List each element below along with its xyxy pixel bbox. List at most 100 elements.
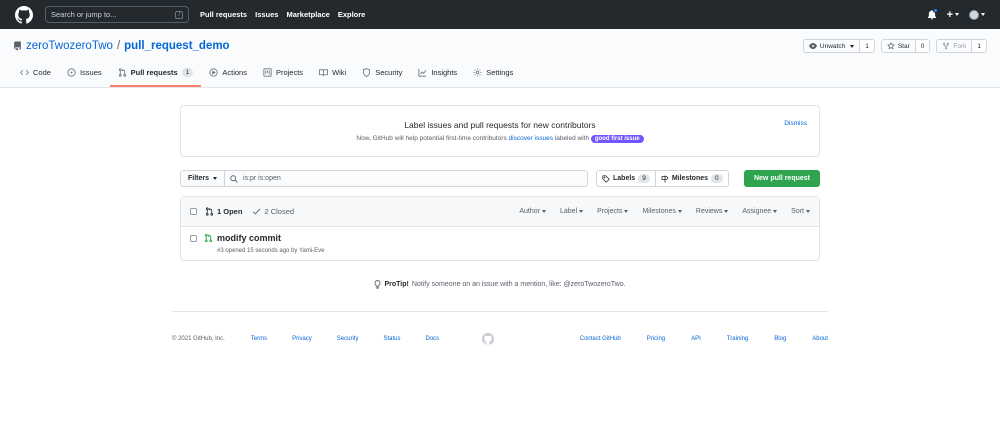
- github-logo-icon[interactable]: [15, 5, 33, 24]
- tab-code[interactable]: Code: [20, 59, 59, 87]
- search-icon: [230, 174, 238, 183]
- banner-title: Label issues and pull requests for new c…: [404, 120, 596, 130]
- reviews-filter[interactable]: Reviews: [696, 208, 729, 215]
- milestone-icon: [661, 175, 669, 182]
- chevron-down-icon: [677, 209, 682, 213]
- good-first-issue-label[interactable]: good first issue: [590, 135, 644, 143]
- chevron-down-icon: [579, 209, 584, 213]
- search-placeholder: Search or jump to...: [51, 10, 117, 19]
- chevron-down-icon: [624, 209, 629, 213]
- labels-label: Labels: [613, 175, 636, 182]
- chevron-down-icon: [806, 209, 810, 213]
- create-new-button[interactable]: +: [947, 9, 959, 21]
- shield-icon: [363, 67, 371, 77]
- open-count: 1 Open: [217, 207, 243, 216]
- nav-pull-requests[interactable]: Pull requests: [200, 10, 247, 19]
- tab-label: Wiki: [332, 67, 347, 77]
- milestones-filter[interactable]: Milestones: [642, 208, 682, 215]
- footer-link-security[interactable]: Security: [337, 336, 359, 342]
- list-item: modify commit #3 opened 15 seconds ago b…: [181, 226, 819, 260]
- chevron-down-icon: [981, 13, 985, 16]
- nav-explore[interactable]: Explore: [338, 10, 366, 19]
- fork-button[interactable]: Fork 1: [936, 39, 987, 53]
- footer-link-pricing[interactable]: Pricing: [647, 336, 665, 342]
- user-menu-button[interactable]: [969, 9, 985, 20]
- labels-button[interactable]: Labels 9: [597, 171, 655, 186]
- play-icon: [209, 67, 218, 77]
- github-mark-icon[interactable]: [482, 333, 495, 345]
- watch-button[interactable]: Unwatch 1: [802, 39, 875, 53]
- code-icon: [20, 69, 29, 75]
- repo-name-link[interactable]: pull_request_demo: [124, 40, 229, 52]
- closed-filter[interactable]: 2 Closed: [252, 207, 294, 216]
- star-label: Star: [897, 42, 910, 50]
- search-input[interactable]: Search or jump to... /: [45, 6, 189, 23]
- lightbulb-icon: [375, 280, 381, 289]
- label-filter-label: Label: [560, 208, 578, 215]
- tab-actions[interactable]: Actions: [201, 59, 255, 87]
- nav-issues[interactable]: Issues: [255, 10, 278, 19]
- fork-count[interactable]: 1: [971, 40, 986, 52]
- graph-icon: [418, 68, 427, 77]
- tab-security[interactable]: Security: [354, 59, 410, 87]
- footer-link-terms[interactable]: Terms: [251, 336, 267, 342]
- tab-issues[interactable]: Issues: [59, 59, 110, 87]
- footer-link-privacy[interactable]: Privacy: [292, 336, 312, 342]
- assignee-filter[interactable]: Assignee: [742, 208, 778, 215]
- tab-label: Settings: [486, 67, 514, 77]
- filters-label: Filters: [188, 175, 210, 182]
- chevron-down-icon: [773, 209, 778, 213]
- tab-projects[interactable]: Projects: [255, 59, 311, 87]
- plus-icon: +: [946, 8, 953, 21]
- footer-link-contact[interactable]: Contact GitHub: [580, 336, 621, 342]
- footer-link-status[interactable]: Status: [383, 336, 400, 342]
- select-all-checkbox[interactable]: [190, 208, 197, 215]
- tab-label: Issues: [79, 67, 102, 77]
- tab-pull-requests[interactable]: Pull requests 1: [109, 59, 202, 87]
- repo-owner-link[interactable]: zeroTwozeroTwo: [26, 40, 113, 52]
- search-filter-input[interactable]: is:pr is:open: [225, 170, 589, 187]
- slash-shortcut-hint: /: [175, 10, 183, 19]
- label-filter[interactable]: Label: [560, 208, 584, 215]
- watch-count[interactable]: 1: [859, 40, 874, 52]
- protip: ProTip! Notify someone on an issue with …: [180, 280, 820, 289]
- new-pull-request-button[interactable]: New pull request: [743, 170, 820, 187]
- milestones-button[interactable]: Milestones 0: [654, 171, 728, 186]
- protip-bold: ProTip!: [384, 281, 409, 288]
- labels-milestones-group: Labels 9 Milestones 0: [596, 170, 729, 187]
- open-filter[interactable]: 1 Open: [205, 207, 242, 216]
- nav-marketplace[interactable]: Marketplace: [286, 10, 329, 19]
- sort-filter[interactable]: Sort: [791, 208, 810, 215]
- banner-text: Now, GitHub will help potential first-ti…: [181, 135, 819, 143]
- chevron-down-icon: [955, 13, 959, 17]
- footer-link-api[interactable]: API: [691, 336, 701, 342]
- book-icon: [319, 68, 328, 76]
- pull-request-icon: [205, 207, 214, 216]
- tab-label: Insights: [431, 67, 458, 77]
- sort-filters: Author Label Projects Milestones Reviews…: [519, 208, 810, 215]
- discover-issues-link[interactable]: discover issues: [509, 135, 553, 142]
- tab-wiki[interactable]: Wiki: [311, 59, 354, 87]
- projects-filter[interactable]: Projects: [597, 208, 629, 215]
- pr-title-link[interactable]: modify commit: [217, 233, 325, 243]
- star-button[interactable]: Star 0: [880, 39, 931, 53]
- footer: © 2021 GitHub, Inc. Terms Privacy Securi…: [172, 311, 828, 345]
- notification-dot: [932, 8, 938, 13]
- footer-link-blog[interactable]: Blog: [774, 336, 786, 342]
- footer-link-training[interactable]: Training: [727, 336, 748, 342]
- star-count[interactable]: 0: [914, 40, 930, 52]
- footer-link-docs[interactable]: Docs: [426, 336, 440, 342]
- author-filter[interactable]: Author: [519, 208, 546, 215]
- filters-dropdown[interactable]: Filters: [180, 170, 226, 187]
- dismiss-button[interactable]: Dismiss: [784, 120, 807, 127]
- tab-insights[interactable]: Insights: [410, 59, 465, 87]
- pr-meta: #3 opened 15 seconds ago by Yami-Eve: [217, 248, 325, 254]
- chevron-down-icon: [850, 44, 855, 48]
- notifications-button[interactable]: [927, 8, 938, 20]
- tab-label: Code: [33, 67, 51, 77]
- gear-icon: [473, 68, 482, 76]
- tab-settings[interactable]: Settings: [465, 59, 521, 87]
- footer-link-about[interactable]: About: [812, 336, 828, 342]
- row-checkbox[interactable]: [190, 235, 197, 242]
- tab-label: Projects: [275, 67, 304, 77]
